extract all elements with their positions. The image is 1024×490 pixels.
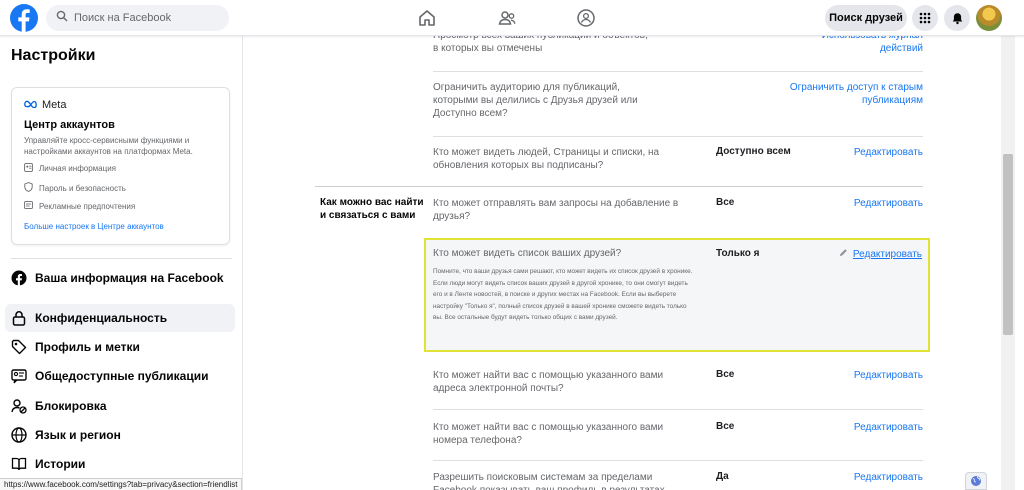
language-globe-icon[interactable] [965,472,987,490]
setting-row-friends-list-highlighted[interactable]: Кто может видеть список ваших друзей? По… [424,238,930,352]
search-icon [56,9,68,27]
setting-row-activity-log: Просмотр всех ваших публикаций и объекто… [433,36,923,59]
section-title-find-contact: Как можно вас найти и связаться с вами [320,197,424,221]
groups-icon[interactable] [574,6,598,30]
edit-friends-list-link[interactable]: Редактировать [839,248,922,260]
block-user-icon [11,398,27,414]
id-card-icon [24,163,33,174]
sidebar-item-stories[interactable]: Истории [5,450,235,478]
meta-infinity-icon [24,99,39,111]
setting-description: Помните, что ваши друзья сами решают, кт… [433,268,693,322]
setting-row-find-by-phone: Кто может найти вас с помощью указанного… [433,421,923,451]
sidebar-item-public-posts[interactable]: Общедоступные публикации [5,362,235,390]
top-bar: Поиск друзей [0,0,1024,36]
setting-row-limit-past-posts: Ограничить аудиторию для публикаций, кот… [433,81,923,126]
sidebar-title: Настройки [11,47,96,64]
sidebar-divider [11,258,232,259]
sidebar-item-your-info[interactable]: Ваша информация на Facebook [5,264,235,292]
sidebar-item-blocking[interactable]: Блокировка [5,392,235,420]
row-divider [433,409,923,410]
use-activity-log-link[interactable]: Использовать журнал действий [783,36,923,55]
find-friends-button[interactable]: Поиск друзей [825,5,907,31]
search-box[interactable] [46,5,229,31]
accounts-center-title: Центр аккаунтов [24,119,115,131]
meta-item-personal-info[interactable]: Личная информация [24,163,116,174]
setting-question: Кто может видеть список ваших друзей? [433,248,622,259]
setting-row-following-visibility: Кто может видеть людей, Страницы и списк… [433,146,923,176]
limit-past-posts-link[interactable]: Ограничить доступ к старым публикациям [773,81,923,107]
row-divider [433,460,923,461]
browser-status-url: https://www.facebook.com/settings?tab=pr… [0,478,243,490]
privacy-settings-panel: Просмотр всех ваших публикаций и объекто… [243,36,1001,490]
setting-value: Только я [716,248,760,259]
book-icon [11,456,27,472]
sidebar-item-privacy[interactable]: Конфиденциальность [5,304,235,332]
setting-value: Все [716,369,735,380]
edit-link[interactable]: Редактировать [854,369,923,382]
edit-link[interactable]: Редактировать [854,471,923,484]
setting-row-search-engines: Разрешить поисковым системам за пределам… [433,471,923,490]
home-icon[interactable] [415,6,439,30]
setting-value: Все [716,197,735,208]
shield-icon [24,182,33,194]
edit-link[interactable]: Редактировать [854,421,923,434]
globe-icon [11,427,27,443]
section-divider [315,186,923,187]
setting-question: Разрешить поисковым системам за пределам… [433,472,665,490]
setting-value: Все [716,421,735,432]
accounts-center-more-link[interactable]: Больше настроек в Центре аккаунтов [24,222,164,231]
search-input[interactable] [74,12,224,24]
setting-value: Доступно всем [716,146,791,157]
setting-row-find-by-email: Кто может найти вас с помощью указанного… [433,369,923,399]
sidebar-item-language-region[interactable]: Язык и регион [5,421,235,449]
setting-question: Просмотр всех ваших публикаций и объекто… [433,36,648,54]
meta-brand: Meta [24,99,66,111]
notifications-bell-icon[interactable] [944,5,970,31]
accounts-center-description: Управляйте кросс-сервисными функциями и … [24,136,193,156]
setting-question: Кто может найти вас с помощью указанного… [433,422,664,446]
setting-value: Да [716,471,729,482]
accounts-center-card[interactable]: Meta Центр аккаунтов Управляйте кросс-се… [11,87,230,245]
friends-icon[interactable] [495,6,519,30]
sidebar-item-profile-tags[interactable]: Профиль и метки [5,333,235,361]
setting-question: Кто может видеть людей, Страницы и списк… [433,147,660,171]
setting-question: Ограничить аудиторию для публикаций, кот… [433,82,638,119]
setting-row-friend-requests: Кто может отправлять вам запросы на доба… [433,197,923,227]
lock-icon [11,310,27,326]
public-posts-icon [11,368,27,384]
edit-link[interactable]: Редактировать [854,197,923,210]
meta-item-ad-preferences[interactable]: Рекламные предпочтения [24,201,135,211]
setting-question: Кто может отправлять вам запросы на доба… [433,198,679,222]
row-divider [433,71,923,72]
row-divider [433,136,923,137]
menu-grid-icon[interactable] [912,5,938,31]
ad-icon [24,201,33,211]
pencil-icon [839,248,848,260]
tag-icon [11,339,27,355]
setting-question: Кто может найти вас с помощью указанного… [433,370,664,394]
right-edge [1015,36,1024,490]
settings-sidebar: Настройки Meta Центр аккаунтов Управляйт… [0,36,243,490]
facebook-icon [11,270,27,286]
page-scrollbar-thumb[interactable] [1003,154,1013,335]
facebook-logo-icon[interactable] [10,4,38,32]
meta-item-password-security[interactable]: Пароль и безопасность [24,182,126,194]
profile-avatar[interactable] [976,5,1002,31]
edit-link[interactable]: Редактировать [854,146,923,159]
